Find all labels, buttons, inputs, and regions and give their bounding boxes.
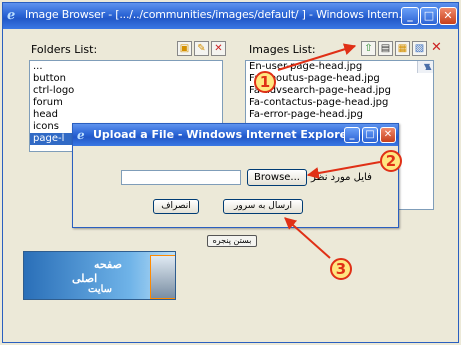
image-item[interactable]: Fa-contactus-page-head.jpg: [246, 97, 433, 109]
images-list-label: Images List:: [249, 43, 316, 56]
minimize-button[interactable]: _: [401, 7, 419, 25]
folders-list-label: Folders List:: [31, 43, 98, 56]
dialog-close-button[interactable]: ✕: [380, 127, 396, 143]
edit-folder-icon[interactable]: ✎: [194, 41, 209, 56]
site-home-logo[interactable]: صفحه اصلی سایت: [23, 251, 176, 300]
ie-icon: ℯ: [77, 128, 85, 142]
view-icon[interactable]: ▤: [378, 41, 393, 56]
new-folder-icon[interactable]: ▣: [177, 41, 192, 56]
folder-item[interactable]: button: [30, 73, 222, 85]
window-titlebar[interactable]: ℯ Image Browser - [.../../communities/im…: [3, 3, 458, 29]
images-scrollbar[interactable]: ▲ ▼: [417, 61, 433, 73]
file-path-input[interactable]: [121, 170, 241, 185]
close-window-button[interactable]: بستن پنجره: [207, 235, 257, 247]
annotation-number-1: 1: [254, 71, 276, 93]
scroll-down-icon[interactable]: ▼: [418, 61, 433, 73]
delete-folder-icon[interactable]: ✕: [211, 41, 226, 56]
folder-item[interactable]: head: [30, 109, 222, 121]
folder-item[interactable]: ctrl-logo: [30, 85, 222, 97]
properties-icon[interactable]: ▧: [412, 41, 427, 56]
edit-icon[interactable]: ▦: [395, 41, 410, 56]
building-photo: [150, 255, 175, 299]
folder-item[interactable]: forum: [30, 97, 222, 109]
annotation-number-2: 2: [380, 150, 402, 172]
dialog-titlebar[interactable]: ℯ Upload a File - Windows Internet Explo…: [73, 124, 398, 146]
upload-dialog: ℯ Upload a File - Windows Internet Explo…: [72, 123, 399, 228]
dialog-minimize-button[interactable]: _: [344, 127, 360, 143]
close-button[interactable]: ✕: [439, 7, 457, 25]
browse-button[interactable]: Browse...: [247, 169, 307, 186]
submit-to-server-button[interactable]: ارسال به سرور: [223, 199, 303, 214]
upload-icon[interactable]: ⇧: [361, 41, 376, 56]
maximize-button[interactable]: □: [420, 7, 438, 25]
image-item[interactable]: En-user-page-head.jpg: [246, 61, 433, 73]
file-label: فایل مورد نظر: [311, 172, 372, 183]
cancel-button[interactable]: انصراف: [153, 199, 199, 214]
window-title: Image Browser - [.../../communities/imag…: [25, 8, 409, 21]
dialog-title: Upload a File - Windows Internet Explore…: [93, 128, 353, 141]
folder-item[interactable]: ...: [30, 61, 222, 73]
annotation-number-3: 3: [330, 258, 352, 280]
dialog-maximize-button[interactable]: □: [362, 127, 378, 143]
ie-icon: ℯ: [7, 8, 16, 23]
delete-icon[interactable]: ✕: [429, 41, 444, 56]
image-item[interactable]: Fa-error-page-head.jpg: [246, 109, 433, 121]
